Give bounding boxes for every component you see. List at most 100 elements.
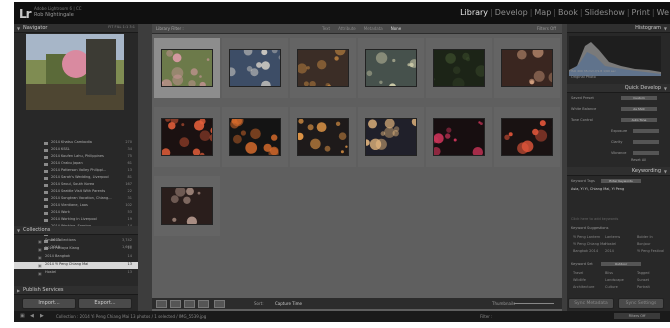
sync-metadata-button[interactable]: Sync Metadata [568,298,614,309]
collection-row[interactable]: ▣ Hostel 13 [14,270,138,277]
keyword-set-item[interactable]: Landscape [605,278,624,282]
quick-develop-control[interactable] [633,129,659,133]
grid-square-icon[interactable]: ▣ [20,313,25,319]
photo-thumbnail[interactable] [433,118,485,156]
keyword-set-item[interactable]: Travel [573,271,583,275]
filter-tab-metadata[interactable]: Metadata [364,26,383,31]
keyword-set-item[interactable]: Sunset [637,278,649,282]
keyword-set-item[interactable]: Tagged [637,271,650,275]
keyword-set-item[interactable]: Culture [605,285,618,289]
keyword-set-item[interactable]: Architecture [573,285,594,289]
quick-develop-header[interactable]: Quick Develop ▼ [567,84,670,93]
keyword-suggestion[interactable]: Hostel [605,242,616,246]
histogram-header[interactable]: Histogram ▼ [567,24,670,33]
thumbnail-cell[interactable] [290,107,356,167]
thumbnail-cell[interactable] [426,107,492,167]
grid-view-icon[interactable] [156,300,167,308]
sync-settings-button[interactable]: Sync Settings [618,298,664,309]
filter-tab-text[interactable]: Text [322,26,330,31]
folder-row[interactable]: 2014 Patterson Valley Philippi... 13 [14,168,138,175]
keyword-suggestion[interactable]: Bolder In [637,235,653,239]
folder-row[interactable]: 2014 Khatsu Cambodia 270 [14,140,138,147]
quick-develop-control[interactable] [633,140,659,144]
photo-thumbnail[interactable] [297,118,349,156]
thumbnail-cell[interactable] [154,107,220,167]
thumbnail-cell[interactable] [358,107,424,167]
compare-view-icon[interactable] [184,300,195,308]
folder-row[interactable]: 2014 Seattle Visit With Parents 22 [14,189,138,196]
folder-row[interactable]: 2014 Work 53 [14,210,138,217]
filter-tab-none[interactable]: None [391,26,401,31]
reset-all-button[interactable]: Reset All [631,158,646,162]
filmstrip-filter-dropdown[interactable]: Filters Off [614,313,660,319]
collection-row[interactable]: ▣ 2014 Bangkok 14 [14,254,138,261]
module-book[interactable]: Book [558,8,578,17]
photo-thumbnail[interactable] [365,118,417,156]
folder-row[interactable]: 2014 Working in Liverpool 19 [14,217,138,224]
keywords-text[interactable]: Asia, Yi Yi, Chiang Mai, Yi Peng [571,187,624,191]
folder-row[interactable]: 2014 Koufen Lahu, Philippines 75 [14,154,138,161]
keyword-set-item[interactable]: Wildlife [573,278,586,282]
publish-services-header[interactable]: ▶ Publish Services [14,286,138,295]
module-we[interactable]: We [657,8,669,17]
quick-develop-control[interactable]: Custom [621,96,657,100]
keyword-suggestion[interactable]: Yi Peng Lantern [573,235,600,239]
quick-develop-control[interactable] [633,151,659,155]
module-develop[interactable]: Develop [495,8,528,17]
thumbnail-cell[interactable] [154,38,220,98]
module-print[interactable]: Print [632,8,650,17]
thumbnail-cell[interactable] [358,38,424,98]
folder-row[interactable]: 2014 Songkran Vacation, Chiang... 31 [14,196,138,203]
thumbnail-cell[interactable] [494,38,560,98]
keywording-header[interactable]: Keywording ▼ [567,167,670,176]
collection-row[interactable]: ▣ 2014 Pattaya Kiang 11 [14,246,138,253]
keyword-suggestion[interactable]: Bangkok 2014 [573,249,598,253]
keyword-tags-mode-dropdown[interactable]: Enter Keywords [601,179,641,183]
thumbnail-cell[interactable] [222,38,288,98]
keyword-set-item[interactable]: Bliss [605,271,613,275]
photo-thumbnail[interactable] [297,49,349,87]
quick-develop-control[interactable]: Auto Tone [621,118,657,122]
thumbnail-cell[interactable] [222,107,288,167]
keyword-suggestion[interactable]: Yi Peng Chiang Mai [573,242,606,246]
survey-view-icon[interactable] [198,300,209,308]
thumbnail-cell[interactable] [494,107,560,167]
filter-tab-attribute[interactable]: Attribute [338,26,356,31]
photo-thumbnail[interactable] [161,118,213,156]
filmstrip-source-path[interactable]: Collection : 2014 Yi Peng Chiang Mai 13 … [56,314,206,319]
filter-preset[interactable]: Filters Off [537,26,556,31]
keyword-suggestion[interactable]: 2014 [605,249,614,253]
navigator-zoom-options[interactable]: FIT FILL 1:1 3:1 [108,25,135,29]
add-keywords-field[interactable]: Click here to add keywords [571,217,618,221]
loupe-view-icon[interactable] [170,300,181,308]
folder-row[interactable]: 2014 Sarah's Wedding, Liverpool 81 [14,175,138,182]
photo-thumbnail[interactable] [433,49,485,87]
thumbnail-cell[interactable] [290,38,356,98]
painter-icon[interactable] [214,300,225,308]
photo-thumbnail[interactable] [229,49,281,87]
photo-thumbnail[interactable] [229,118,281,156]
import-button[interactable]: Import... [22,298,76,309]
navigator-header[interactable]: ▼ Navigator FIT FILL 1:1 3:1 [14,24,138,33]
collections-header[interactable]: ▼ Collections [14,226,138,235]
export-button[interactable]: Export... [78,298,132,309]
thumbnail-cell[interactable] [154,176,220,236]
keyword-suggestion[interactable]: Lanterns [605,235,620,239]
folder-row[interactable]: 2014 KSSL 34 [14,147,138,154]
forward-arrow-icon[interactable]: ▶ [40,313,44,319]
collection-row[interactable]: ▣ Smart Collections [14,238,138,245]
back-arrow-icon[interactable]: ◀ [30,313,34,319]
sort-dropdown[interactable]: Capture Time [275,301,302,306]
folder-row[interactable]: 2014 Seoul, South Korea 167 [14,182,138,189]
keyword-suggestion[interactable]: Yi Peng Festival [637,249,664,253]
keyword-set-item[interactable]: Portrait [637,285,650,289]
keyword-suggestion[interactable]: Bonjour [637,242,651,246]
quick-develop-control[interactable]: As Shot [621,107,657,111]
collection-row[interactable]: ▣ 2014 Yi Peng Chiang Mai 13 [14,262,138,269]
folder-row[interactable]: 2014 Orabu Japan 61 [14,161,138,168]
module-map[interactable]: Map [534,8,551,17]
thumbnail-cell[interactable] [426,38,492,98]
module-library[interactable]: Library [460,8,488,17]
module-slideshow[interactable]: Slideshow [585,8,625,17]
photo-thumbnail[interactable] [365,49,417,87]
